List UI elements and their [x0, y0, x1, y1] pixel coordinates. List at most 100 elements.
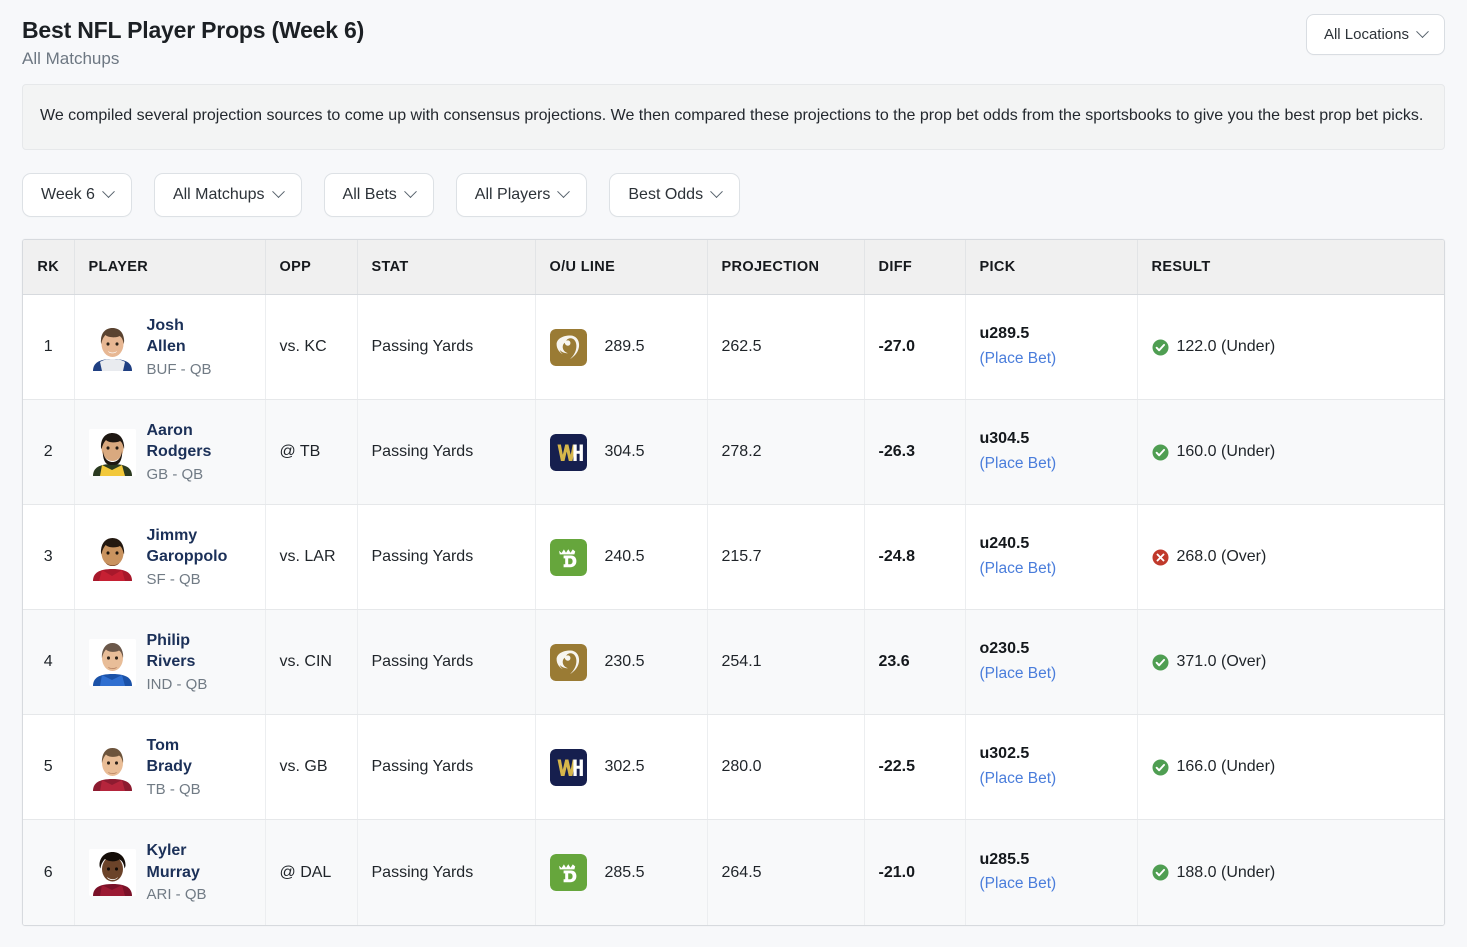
player-text: Kyler Murray ARI - QB	[147, 840, 231, 904]
cell-result: 268.0 (Over)	[1137, 504, 1444, 611]
betmgm-logo-icon[interactable]	[549, 328, 587, 366]
cell-stat: Passing Yards	[357, 504, 536, 611]
filter-odds[interactable]: Best Odds	[609, 172, 741, 217]
player-cell[interactable]: Philip Rivers IND - QB	[75, 630, 265, 694]
check-circle-icon	[1152, 759, 1169, 776]
player-name[interactable]: Tom Brady	[147, 735, 231, 778]
cell-stat: Passing Yards	[357, 399, 536, 506]
table-row[interactable]: 6 Kyler Murray ARI - QB @ DAL Passing Ya…	[23, 819, 1445, 925]
check-circle-icon	[1152, 339, 1169, 356]
player-headshot-icon	[88, 849, 136, 896]
pick-value: u304.5	[979, 430, 1030, 448]
diff-value: -24.8	[878, 548, 915, 566]
cell-player[interactable]: Josh Allen BUF - QB	[74, 294, 266, 401]
player-name[interactable]: Aaron Rodgers	[147, 420, 231, 463]
ou-line-value: 304.5	[604, 443, 645, 461]
place-bet-link[interactable]: (Place Bet)	[980, 661, 1137, 687]
cell-pick: u289.5 (Place Bet)	[965, 294, 1138, 401]
player-headshot-icon	[88, 638, 136, 686]
table-row[interactable]: 1 Josh Allen BUF - QB vs. KC Passing Yar…	[23, 294, 1444, 401]
filter-odds-label: Best Odds	[628, 185, 704, 203]
result-cell: 188.0 (Under)	[1152, 863, 1445, 882]
place-bet-link[interactable]: (Place Bet)	[980, 766, 1137, 792]
result-value: 188.0 (Under)	[1176, 863, 1276, 881]
description-box: We compiled several projection sources t…	[22, 83, 1445, 150]
filter-bets[interactable]: All Bets	[323, 172, 434, 217]
table-row[interactable]: 2 Aaron Rodgers GB - QB @ TB Passing Yar…	[23, 399, 1445, 506]
filter-bets-label: All Bets	[342, 185, 397, 203]
williamhill-logo-icon[interactable]	[549, 433, 587, 471]
column-header-pick[interactable]: PICK	[965, 239, 1138, 296]
cell-pick: u304.5 (Place Bet)	[965, 399, 1138, 506]
column-header-projection[interactable]: PROJECTION	[707, 239, 865, 296]
cell-player[interactable]: Jimmy Garoppolo SF - QB	[74, 504, 266, 611]
result-cell: 160.0 (Under)	[1152, 443, 1445, 461]
diff-value: -21.0	[878, 863, 915, 881]
player-name[interactable]: Jimmy Garoppolo	[147, 525, 231, 568]
player-cell[interactable]: Kyler Murray ARI - QB	[75, 840, 265, 904]
place-bet-link[interactable]: (Place Bet)	[980, 871, 1137, 897]
player-name[interactable]: Josh Allen	[147, 315, 231, 358]
player-team-position: ARI - QB	[146, 885, 207, 903]
table-row[interactable]: 3 Jimmy Garoppolo SF - QB vs. LAR Passin…	[23, 504, 1444, 611]
cell-diff: -22.5	[864, 714, 966, 821]
player-text: Josh Allen BUF - QB	[147, 315, 231, 379]
cell-projection: 280.0	[707, 714, 865, 821]
draftkings-logo-icon[interactable]	[549, 538, 587, 576]
filter-matchups[interactable]: All Matchups	[153, 172, 302, 217]
player-name[interactable]: Kyler Murray	[147, 840, 231, 883]
player-team-position: SF - QB	[146, 570, 201, 588]
filter-players[interactable]: All Players	[455, 172, 588, 217]
column-header-player[interactable]: PLAYER	[74, 239, 266, 296]
draftkings-logo-icon[interactable]	[549, 854, 587, 891]
player-headshot-icon	[88, 533, 136, 581]
cell-player[interactable]: Aaron Rodgers GB - QB	[74, 399, 266, 506]
cell-projection: 262.5	[707, 294, 865, 401]
table-row[interactable]: 5 Tom Brady TB - QB vs. GB Passing Yards…	[23, 714, 1444, 821]
place-bet-link[interactable]: (Place Bet)	[980, 556, 1137, 582]
cell-opponent: vs. GB	[265, 714, 358, 821]
column-header-result[interactable]: RESULT	[1137, 239, 1444, 296]
cell-ou-line: 289.5	[535, 294, 708, 401]
player-cell[interactable]: Tom Brady TB - QB	[75, 735, 265, 799]
cell-result: 160.0 (Under)	[1137, 399, 1445, 506]
cell-diff: -21.0	[864, 819, 966, 925]
table-header: RK PLAYER OPP STAT O/U LINE PROJECTION D…	[23, 239, 1444, 296]
column-header-diff[interactable]: DIFF	[864, 239, 966, 296]
filter-week[interactable]: Week 6	[22, 172, 132, 217]
column-header-rk[interactable]: RK	[23, 239, 75, 296]
cell-player[interactable]: Philip Rivers IND - QB	[74, 609, 266, 716]
column-header-stat[interactable]: STAT	[357, 239, 536, 296]
cell-pick: o230.5 (Place Bet)	[965, 609, 1138, 716]
place-bet-link[interactable]: (Place Bet)	[980, 451, 1137, 477]
place-bet-link[interactable]: (Place Bet)	[980, 346, 1137, 372]
betmgm-logo-icon[interactable]	[549, 643, 587, 681]
player-name[interactable]: Philip Rivers	[147, 630, 231, 673]
table-row[interactable]: 4 Philip Rivers IND - QB vs. CIN Passing…	[23, 609, 1444, 716]
williamhill-logo-icon[interactable]	[549, 748, 587, 786]
x-circle-icon	[1152, 549, 1169, 566]
cell-ou-line: 302.5	[535, 714, 708, 821]
column-header-opp[interactable]: OPP	[265, 239, 358, 296]
filter-matchups-label: All Matchups	[172, 185, 265, 203]
pick-value: u240.5	[979, 535, 1030, 553]
locations-dropdown[interactable]: All Locations	[1305, 14, 1445, 55]
diff-value: -26.3	[878, 443, 915, 461]
player-cell[interactable]: Josh Allen BUF - QB	[75, 315, 265, 379]
player-cell[interactable]: Aaron Rodgers GB - QB	[75, 420, 265, 484]
cell-opponent: @ TB	[265, 399, 358, 506]
cell-diff: 23.6	[864, 609, 966, 716]
props-table-card: RK PLAYER OPP STAT O/U LINE PROJECTION D…	[22, 238, 1445, 926]
cell-player[interactable]: Kyler Murray ARI - QB	[74, 819, 266, 925]
pick-value: u302.5	[979, 745, 1030, 763]
player-cell[interactable]: Jimmy Garoppolo SF - QB	[75, 525, 265, 589]
result-value: 122.0 (Under)	[1176, 338, 1276, 356]
ou-line-cell: 240.5	[549, 538, 707, 576]
result-value: 160.0 (Under)	[1176, 443, 1276, 461]
column-header-ou-line[interactable]: O/U LINE	[535, 239, 708, 296]
cell-opponent: vs. CIN	[265, 609, 358, 716]
cell-player[interactable]: Tom Brady TB - QB	[74, 714, 266, 821]
filter-week-label: Week 6	[41, 185, 95, 203]
cell-pick: u240.5 (Place Bet)	[965, 504, 1138, 611]
cell-projection: 254.1	[707, 609, 865, 716]
